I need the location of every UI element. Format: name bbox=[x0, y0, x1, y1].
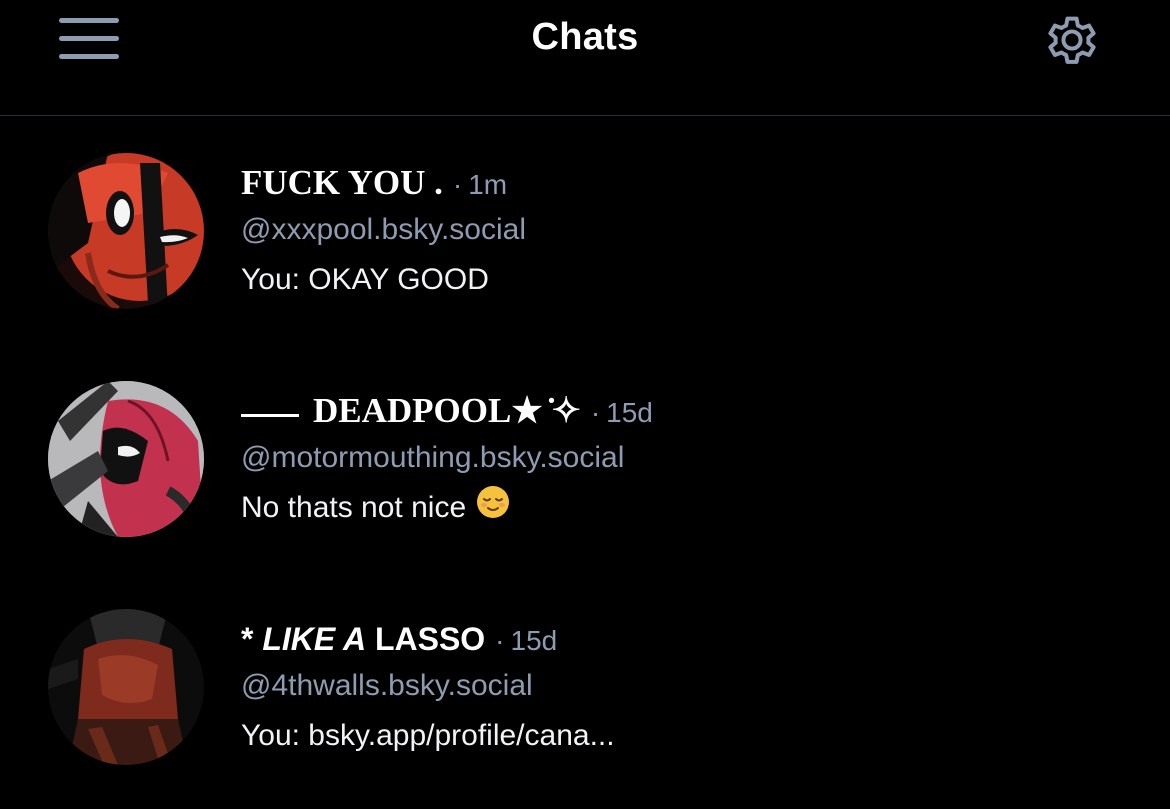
user-handle: @4thwalls.bsky.social bbox=[241, 669, 533, 702]
avatar[interactable] bbox=[48, 381, 204, 537]
relieved-face-emoji bbox=[476, 485, 510, 527]
message-preview: You: bsky.app/profile/cana... bbox=[241, 719, 615, 752]
timestamp: 15d bbox=[510, 625, 558, 656]
display-name: DEADPOOL★ ̇✧ bbox=[313, 391, 581, 430]
chat-title-line: * LIKE A LASSO · 15d bbox=[241, 617, 557, 661]
separator-dot: · bbox=[590, 397, 601, 428]
display-name: FUCK YOU . bbox=[241, 163, 443, 202]
timestamp: 1m bbox=[468, 169, 508, 200]
display-name-part-2: LIKE A bbox=[262, 621, 367, 657]
user-handle: @xxxpool.bsky.social bbox=[241, 213, 526, 246]
display-name-part-1: * bbox=[241, 621, 263, 657]
gear-icon bbox=[1048, 16, 1096, 64]
avatar[interactable] bbox=[48, 609, 204, 765]
chat-item-xxxpool[interactable]: FUCK YOU . · 1m @xxxpool.bsky.social You: … bbox=[0, 153, 1170, 353]
display-name: * LIKE A LASSO bbox=[241, 621, 485, 657]
top-bar: Chats bbox=[0, 0, 1170, 116]
separator-dot: · bbox=[452, 169, 463, 200]
message-preview-line: No thats not nice bbox=[241, 486, 510, 527]
display-name-part-3: LASSO bbox=[366, 621, 486, 657]
avatar[interactable] bbox=[48, 153, 204, 309]
chat-item-4thwalls[interactable]: * LIKE A LASSO · 15d @4thwalls.bsky.social… bbox=[0, 609, 1170, 809]
message-preview: You: OKAY GOOD bbox=[241, 263, 489, 296]
chat-title-line: DEADPOOL★ ̇✧ · 15d bbox=[241, 389, 653, 433]
chat-item-motormouthing[interactable]: DEADPOOL★ ̇✧ · 15d @motormouthing.bsky.soc… bbox=[0, 381, 1170, 581]
name-prefix-dash bbox=[241, 414, 299, 418]
settings-button[interactable] bbox=[1040, 8, 1104, 72]
separator-dot: · bbox=[495, 625, 505, 656]
message-preview: No thats not nice bbox=[241, 491, 467, 524]
page-title: Chats bbox=[531, 16, 639, 58]
chat-title-line: FUCK YOU . · 1m bbox=[241, 161, 507, 205]
timestamp: 15d bbox=[606, 397, 653, 428]
user-handle: @motormouthing.bsky.social bbox=[241, 441, 625, 474]
